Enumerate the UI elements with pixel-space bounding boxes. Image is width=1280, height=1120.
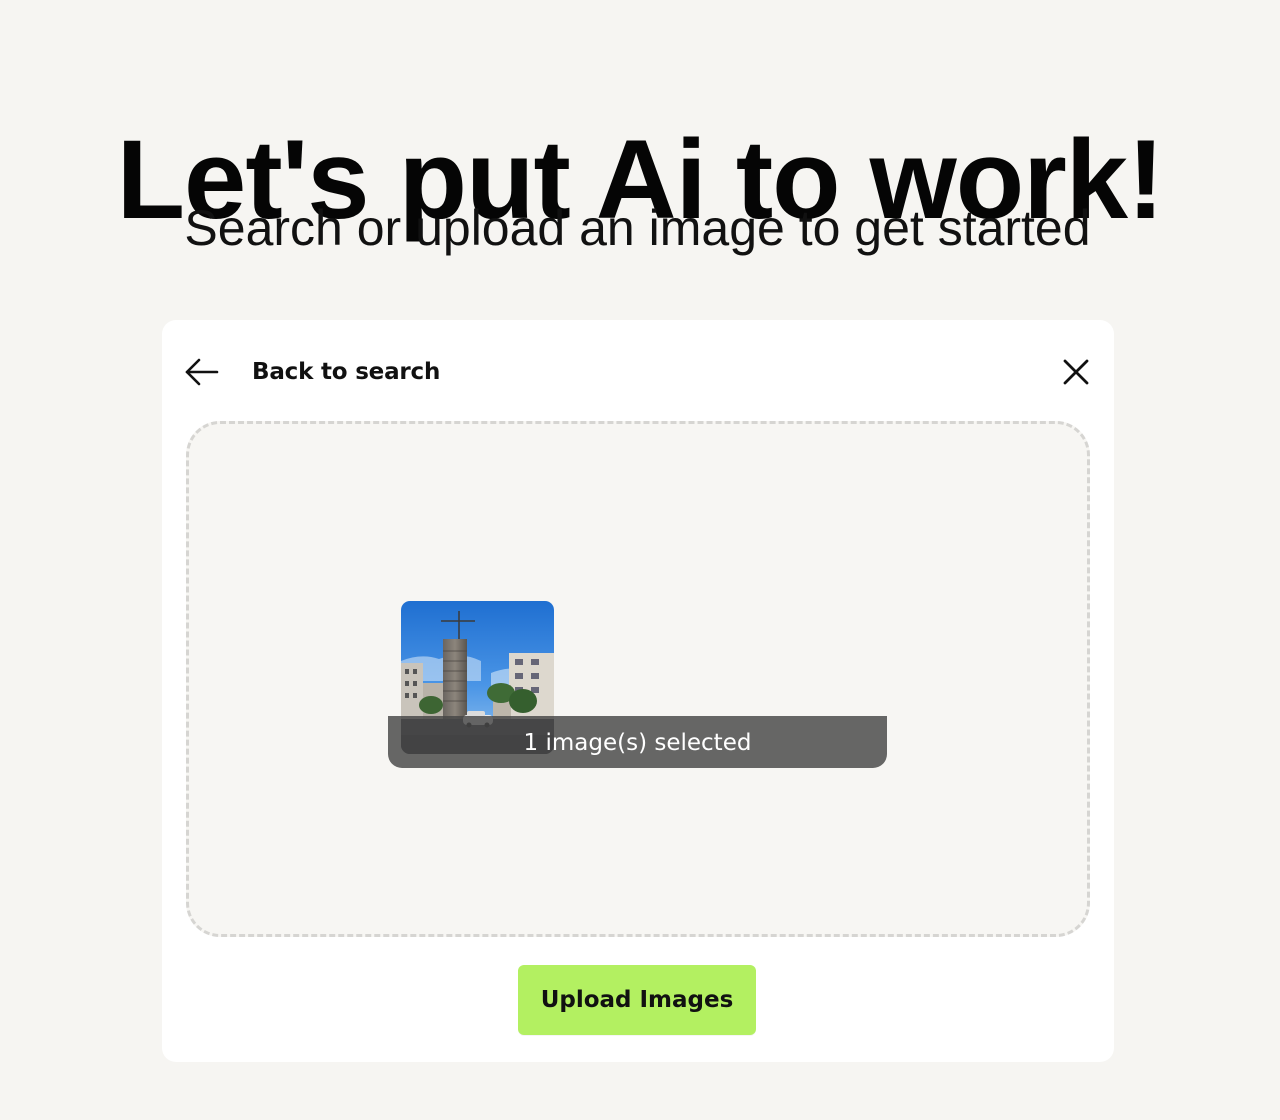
- selection-count-text: 1 image(s) selected: [523, 730, 752, 756]
- upload-images-button[interactable]: Upload Images: [518, 965, 756, 1035]
- close-button[interactable]: [1056, 352, 1096, 392]
- selection-count-badge: 1 image(s) selected: [388, 716, 887, 768]
- back-to-search-link[interactable]: Back to search: [184, 350, 440, 394]
- upload-images-label: Upload Images: [540, 987, 734, 1013]
- back-to-search-label: Back to search: [252, 359, 441, 385]
- image-dropzone[interactable]: 1 image(s) selected: [186, 421, 1090, 937]
- upload-panel: Back to search 1 image(s) selected Uploa…: [162, 320, 1114, 1062]
- close-icon: [1063, 359, 1089, 385]
- arrow-left-icon: [185, 358, 219, 386]
- page-subtitle: Search or upload an image to get started: [184, 200, 1091, 256]
